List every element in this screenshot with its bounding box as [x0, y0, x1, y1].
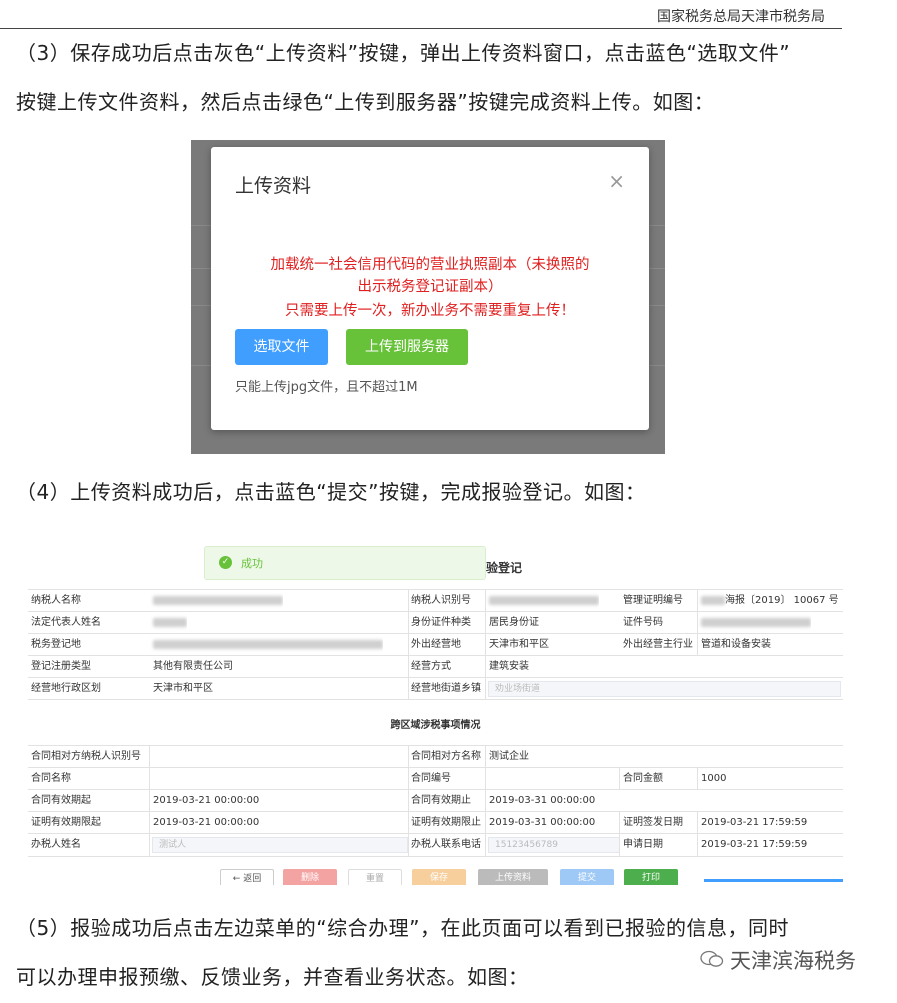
label-street: 经营地街道乡镇 [411, 683, 481, 694]
label-reg-place: 税务登记地 [31, 639, 81, 650]
step3-line2: 按键上传文件资料，然后点击绿色“上传到服务器”按键完成资料上传。如图： [16, 90, 715, 114]
contract-amount-value: 1000 [701, 773, 727, 784]
modal-notice-line2: 出示税务登记证副本） [357, 279, 503, 295]
cert-number-value: 海报〔2019〕 10067 号 [698, 590, 839, 612]
step4-line1: （4）上传资料成功后，点击蓝色“提交”按键，完成报验登记。如图： [16, 480, 646, 504]
handler-name-input[interactable]: 测试人 [152, 837, 408, 853]
label-id-number: 证件号码 [623, 617, 663, 628]
contract-start-value: 2019-03-21 00:00:00 [153, 795, 260, 806]
select-file-button[interactable]: 选取文件 [235, 329, 328, 365]
reg-type-value: 其他有限责任公司 [153, 661, 233, 672]
section-row: 跨区域涉税事项情况 [28, 699, 843, 746]
delete-button[interactable]: 删除 [283, 869, 337, 885]
upload-docs-button[interactable]: 上传资料 [478, 869, 548, 885]
section-title: 跨区域涉税事项情况 [390, 720, 481, 731]
table-row: 纳税人名称 纳税人识别号 管理证明编号 海报〔2019〕 10067 号 [28, 589, 843, 612]
scrollbar[interactable] [704, 879, 843, 882]
upload-modal: 上传资料 × 加载统一社会信用代码的营业执照副本（未换照的 出示税务登记证副本）… [211, 147, 649, 430]
upload-modal-screenshot: 上传资料 × 加载统一社会信用代码的营业执照副本（未换照的 出示税务登记证副本）… [191, 140, 665, 454]
label-cert-issue-date: 证明签发日期 [623, 817, 683, 828]
label-contract-start: 合同有效期起 [31, 795, 91, 806]
business-place-value: 天津市和平区 [489, 639, 549, 650]
legal-rep-value [150, 612, 187, 634]
registration-form-screenshot: ✓ 成功 验登记 纳税人名称 纳税人识别号 管理证明编号 海报〔2019〕 10… [28, 543, 843, 885]
check-icon: ✓ [219, 556, 232, 569]
table-row: 经营地行政区划 天津市和平区 经营地街道乡镇 劝业场街道 [28, 677, 843, 700]
upload-to-server-button[interactable]: 上传到服务器 [346, 329, 468, 365]
apply-date-value: 2019-03-21 17:59:59 [701, 839, 808, 850]
label-contract-number: 合同编号 [411, 773, 451, 784]
table-row: 合同相对方纳税人识别号 合同相对方名称 测试企业 [28, 745, 843, 768]
back-button[interactable]: ← 返回 [220, 869, 274, 885]
label-counterparty-name: 合同相对方名称 [411, 751, 481, 762]
save-button[interactable]: 保存 [412, 869, 466, 885]
form-title: 验登记 [486, 561, 523, 575]
watermark-text: 天津滨海税务 [730, 949, 856, 973]
label-counterparty-id: 合同相对方纳税人识别号 [31, 751, 141, 762]
success-toast: ✓ 成功 [204, 546, 486, 580]
reg-place-value [150, 634, 383, 656]
table-row: 税务登记地 外出经营地 天津市和平区 外出经营主行业 管道和设备安装 [28, 633, 843, 656]
modal-notice-line1: 加载统一社会信用代码的营业执照副本（未换照的 [270, 257, 590, 273]
cert-valid-start-value: 2019-03-21 00:00:00 [153, 817, 260, 828]
main-industry-value: 管道和设备安装 [701, 639, 771, 650]
table-row: 法定代表人姓名 身份证件种类 居民身份证 证件号码 [28, 611, 843, 634]
wechat-icon [700, 950, 724, 967]
counterparty-name-value: 测试企业 [489, 751, 529, 762]
taxpayer-name-value [150, 590, 283, 612]
label-taxpayer-id: 纳税人识别号 [411, 595, 471, 606]
table-row: 合同有效期起 2019-03-21 00:00:00 合同有效期止 2019-0… [28, 789, 843, 812]
label-cert-valid-end: 证明有效期限止 [411, 817, 481, 828]
street-input[interactable]: 劝业场街道 [488, 681, 841, 697]
submit-button[interactable]: 提交 [560, 869, 614, 885]
table-row: 办税人姓名 测试人 办税人联系电话 15123456789 申请日期 2019-… [28, 833, 843, 857]
handler-phone-input[interactable]: 15123456789 [488, 837, 620, 853]
label-apply-date: 申请日期 [623, 839, 663, 850]
label-reg-type: 登记注册类型 [31, 661, 91, 672]
cert-valid-end-value: 2019-03-31 00:00:00 [489, 817, 596, 828]
table-row: 登记注册类型 其他有限责任公司 经营方式 建筑安装 [28, 655, 843, 678]
label-handler-name: 办税人姓名 [31, 839, 81, 850]
label-main-industry: 外出经营主行业 [623, 639, 693, 650]
taxpayer-id-value [486, 590, 599, 612]
label-legal-rep: 法定代表人姓名 [31, 617, 101, 628]
business-mode-value: 建筑安装 [489, 661, 529, 672]
toast-text: 成功 [241, 557, 263, 570]
label-handler-phone: 办税人联系电话 [411, 839, 481, 850]
cert-issue-date-value: 2019-03-21 17:59:59 [701, 817, 808, 828]
label-cert-valid-start: 证明有效期限起 [31, 817, 101, 828]
table-row: 合同名称 合同编号 合同金额 1000 [28, 767, 843, 790]
label-contract-name: 合同名称 [31, 773, 71, 784]
label-business-mode: 经营方式 [411, 661, 451, 672]
upload-hint: 只能上传jpg文件，且不超过1M [235, 380, 418, 395]
label-contract-end: 合同有效期止 [411, 795, 471, 806]
label-business-place: 外出经营地 [411, 639, 461, 650]
id-number-value [698, 612, 811, 634]
modal-notice-line3: 只需要上传一次，新办业务不需要重复上传！ [285, 303, 575, 319]
header-org-name: 国家税务总局天津市税务局 [657, 9, 825, 25]
label-contract-amount: 合同金额 [623, 773, 663, 784]
label-id-type: 身份证件种类 [411, 617, 471, 628]
label-admin-division: 经营地行政区划 [31, 683, 101, 694]
modal-title: 上传资料 [235, 175, 312, 197]
close-icon[interactable]: × [608, 169, 625, 193]
label-cert-number: 管理证明编号 [623, 595, 683, 606]
table-row: 证明有效期限起 2019-03-21 00:00:00 证明有效期限止 2019… [28, 811, 843, 834]
print-button[interactable]: 打印 [624, 869, 678, 885]
id-type-value: 居民身份证 [489, 617, 539, 628]
label-taxpayer-name: 纳税人名称 [31, 595, 81, 606]
contract-end-value: 2019-03-31 00:00:00 [489, 795, 596, 806]
step3-line1: （3）保存成功后点击灰色“上传资料”按键，弹出上传资料窗口，点击蓝色“选取文件” [16, 41, 791, 65]
admin-division-value: 天津市和平区 [153, 683, 213, 694]
reset-button[interactable]: 重置 [348, 869, 402, 885]
